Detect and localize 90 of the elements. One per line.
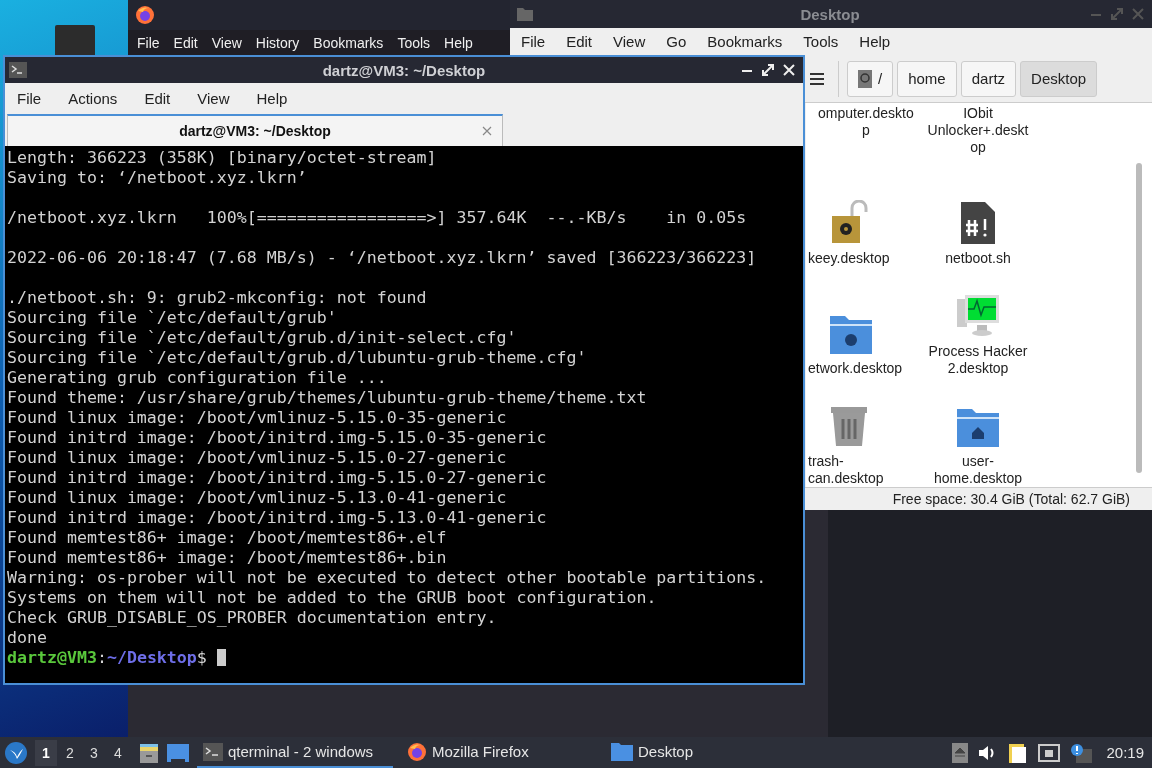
file-label[interactable]: etwork.desktop [806, 360, 903, 378]
text-cursor [216, 649, 226, 666]
output-line: Length: 366223 (358K) [binary/octet-stream] [7, 148, 437, 167]
file-label[interactable]: Process Hacker 2.desktop [928, 343, 1028, 378]
prompt-symbol: $ [196, 648, 207, 667]
output-line: Found memtest86+ image: /boot/memtest86+.bin [7, 548, 447, 567]
path-button[interactable]: home [897, 60, 957, 97]
firefox-icon [407, 741, 427, 762]
task-button[interactable]: qterminal - 2 windows [197, 737, 393, 768]
output-line: 2022-06-06 20:18:47 (7.68 MB/s) - ‘/netboot.xyz.lkrn’ saved [366223/366223] [7, 248, 757, 267]
workspace-button[interactable]: 4 [107, 739, 129, 766]
output-line: /netboot.xyz.lkrn 100%[=================>] 357.64K --.-KB/s in 0.05s [7, 208, 747, 227]
folder-icon [611, 742, 633, 761]
output-line: Found linux image: /boot/vmlinuz-5.15.0-35-generic [7, 408, 507, 427]
output-line: Found theme: /usr/share/grub/themes/lubuntu-grub-theme/theme.txt [7, 388, 647, 407]
terminal-tab[interactable]: dartz@VM3: ~/Desktop [7, 114, 503, 146]
script-file-icon [961, 202, 995, 245]
menu-item[interactable]: View [211, 34, 242, 51]
output-line: Found memtest86+ image: /boot/memtest86+.elf [7, 528, 447, 547]
menu-item[interactable]: Help [444, 34, 473, 51]
menu-item[interactable]: Bookmarks [707, 33, 783, 51]
folder-icon [516, 6, 534, 23]
output-line: Found linux image: /boot/vmlinuz-5.15.0-27-generic [7, 448, 507, 467]
menu-item[interactable]: Tools [397, 34, 431, 51]
output-line: Warning: os-prober will not be executed to detect other bootable partitions. [7, 568, 767, 587]
workspace-button[interactable]: 3 [83, 739, 105, 766]
file-cabinet-icon[interactable] [139, 742, 159, 763]
menu-item[interactable]: File [521, 33, 546, 51]
output-line: Sourcing file `/etc/default/grub.d/init-select.cfg' [7, 328, 517, 347]
path-button[interactable]: Desktop [1020, 60, 1098, 97]
status-text: Free space: 30.4 GiB (Total: 62.7 GiB) [892, 491, 1130, 508]
notification-icon[interactable] [1070, 742, 1093, 763]
window-title: dartz@VM3: ~/Desktop [321, 61, 487, 79]
path-button[interactable]: / [847, 60, 894, 97]
output-line: Sourcing file `/etc/default/grub.d/lubuntu-grub-theme.cfg' [7, 348, 587, 367]
menu-item[interactable]: Edit [173, 34, 198, 51]
scrollbar[interactable] [1136, 163, 1142, 474]
file-label[interactable]: keey.desktop [806, 250, 890, 268]
menu-item[interactable]: Help [256, 89, 288, 107]
terminal-icon [9, 62, 27, 78]
menu-item[interactable]: Edit [144, 89, 171, 107]
workspace-button[interactable]: 2 [59, 739, 81, 766]
computer-monitor-icon [955, 293, 1001, 338]
clipboard-icon[interactable] [1008, 741, 1029, 764]
output-line: Systems on them will not be added to the GRUB boot configuration. [7, 588, 657, 607]
prompt-separator: : [96, 648, 107, 667]
output-line: done [7, 628, 47, 647]
output-line: Generating grub configuration file ... [7, 368, 387, 387]
trash-icon [830, 405, 868, 448]
menu-item[interactable]: History [255, 34, 300, 51]
output-line: Found linux image: /boot/vmlinuz-5.13.0-41-generic [7, 488, 507, 507]
menu-item[interactable]: Tools [803, 33, 839, 51]
drive-icon [858, 69, 872, 88]
output-line: Check GRUB_DISABLE_OS_PROBER documentation entry. [7, 608, 497, 627]
firefox-icon[interactable] [135, 5, 155, 25]
home-folder-icon [957, 409, 999, 448]
menu-item[interactable]: File [137, 34, 160, 51]
output-line: ./netboot.sh: 9: grub2-mkconfig: not found [7, 288, 427, 307]
file-label[interactable]: IObit Unlocker+.deskt op [927, 105, 1029, 157]
network-icon[interactable] [1038, 743, 1061, 762]
output-line: Sourcing file `/etc/default/grub' [7, 308, 337, 327]
output-line: Found initrd image: /boot/initrd.img-5.15.0-35-generic [7, 428, 547, 447]
file-label[interactable]: omputer.deskto p [806, 105, 914, 140]
window-title: Desktop [799, 5, 861, 23]
task-button[interactable]: Mozilla Firefox [401, 737, 597, 768]
output-line: Found initrd image: /boot/initrd.img-5.13.0-41-generic [7, 508, 547, 527]
path-button[interactable]: dartz [960, 60, 1017, 97]
prompt-path: ~/Desktop [106, 648, 197, 667]
menu-item[interactable]: Bookmarks [313, 34, 384, 51]
menu-item[interactable]: Go [666, 33, 687, 51]
menu-item[interactable]: Edit [566, 33, 593, 51]
output-line: Found initrd image: /boot/initrd.img-5.15.0-27-generic [7, 468, 547, 487]
menu-item[interactable]: View [613, 33, 646, 51]
prompt-user: dartz@VM3 [7, 648, 97, 667]
clock[interactable]: 20:19 [1106, 744, 1144, 761]
network-folder-icon [830, 316, 872, 355]
padlock-gear-icon [830, 200, 870, 245]
menu-item[interactable]: Help [859, 33, 891, 51]
menu-item[interactable]: View [197, 89, 230, 107]
task-button[interactable]: Desktop [605, 737, 801, 768]
terminal-icon [203, 742, 223, 761]
file-label[interactable]: trash- can.desktop [806, 453, 884, 488]
workspace-button[interactable]: 1 [35, 739, 57, 766]
list-view-icon[interactable] [810, 72, 824, 85]
file-label[interactable]: user- home.desktop [934, 453, 1022, 488]
menu-item[interactable]: File [17, 89, 42, 107]
output-line: Saving to: ‘/netboot.xyz.lkrn’ [7, 168, 307, 187]
eject-icon[interactable] [952, 742, 969, 763]
menu-item[interactable]: Actions [68, 89, 118, 107]
file-label[interactable]: netboot.sh [945, 250, 1011, 268]
